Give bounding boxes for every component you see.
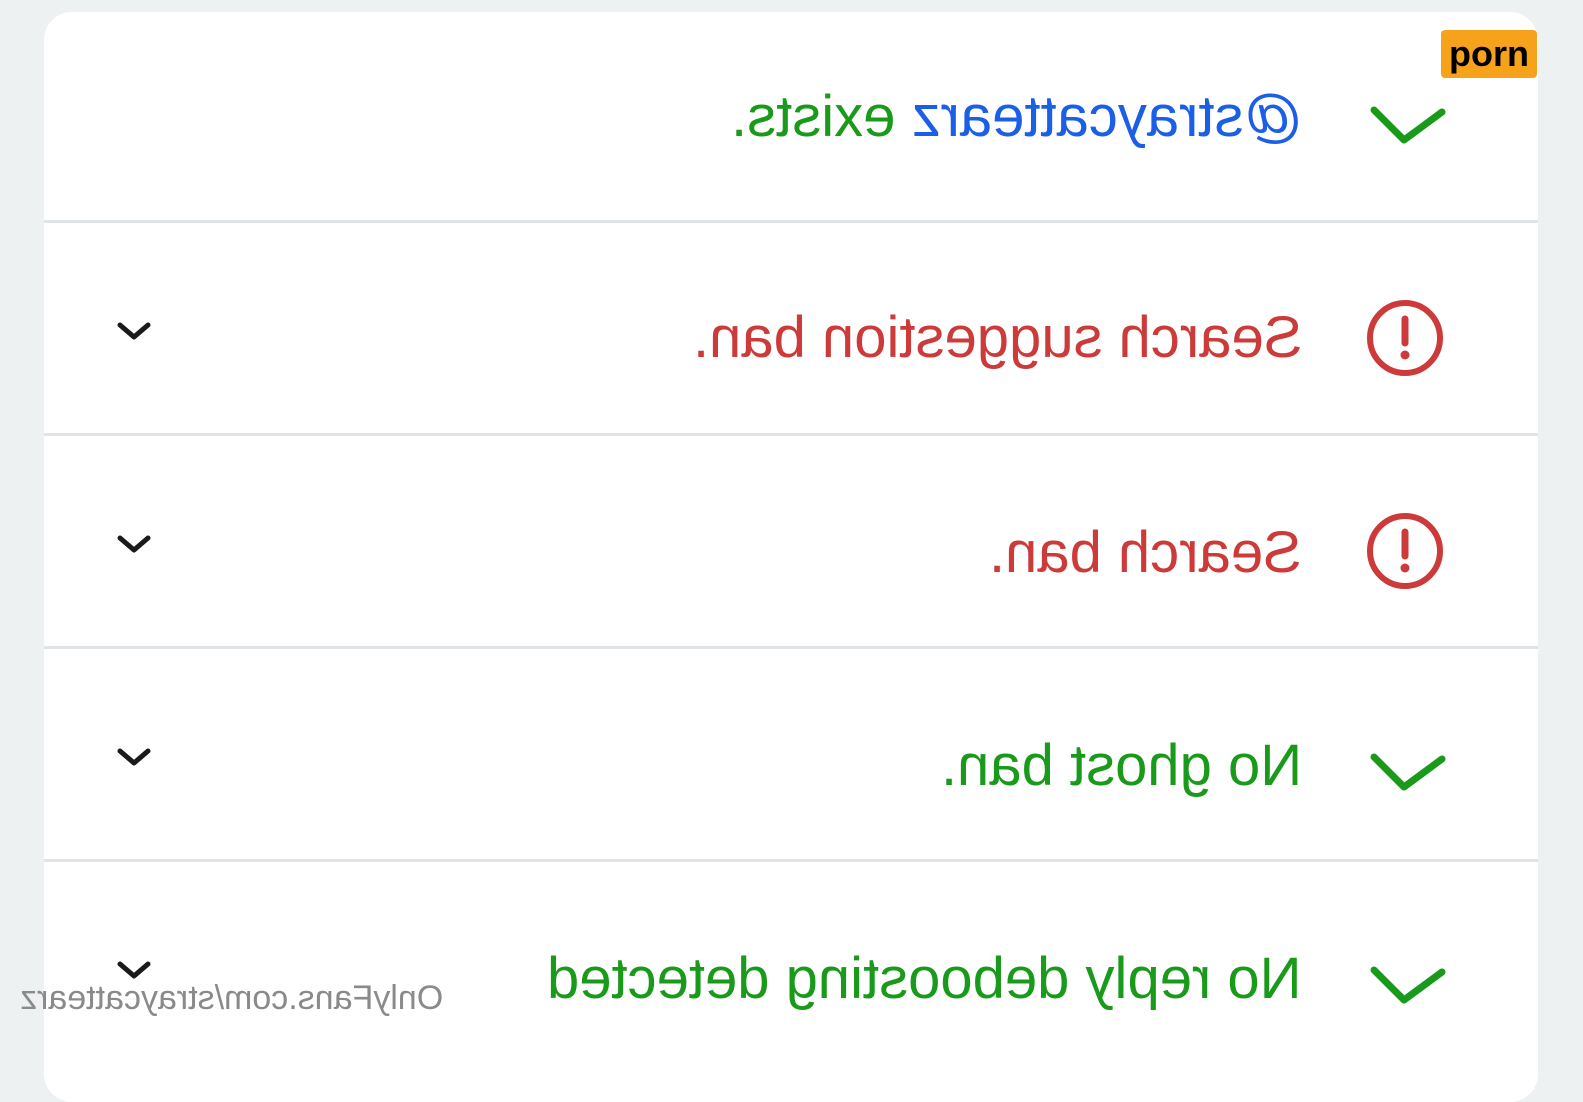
row-divider [44, 859, 1538, 862]
results-card: @straycattearz exists. Search suggestion… [44, 12, 1538, 1102]
result-text: @straycattearz exists. [731, 82, 1302, 152]
check-icon [1370, 106, 1446, 144]
handle-link[interactable]: @straycattearz [911, 84, 1302, 149]
alert-circle-icon [1367, 300, 1443, 376]
site-badge: porn [1441, 30, 1537, 78]
result-row-search-suggestion-ban[interactable]: Search suggestion ban. [44, 225, 1538, 436]
result-text-suffix: exists. [730, 84, 912, 149]
result-row-ghost-ban[interactable]: No ghost ban. [44, 651, 1538, 862]
result-text: No reply deboosting detected [547, 946, 1302, 1011]
row-divider [44, 433, 1538, 436]
result-text: No ghost ban. [940, 733, 1302, 798]
result-text: Search ban. [989, 520, 1302, 585]
chevron-down-icon[interactable] [114, 524, 154, 564]
check-icon [1370, 753, 1446, 791]
row-divider [44, 646, 1538, 649]
watermark: OnlyFans.com/straycattearz [20, 979, 444, 1017]
alert-circle-icon [1367, 513, 1443, 589]
result-text: Search suggestion ban. [692, 305, 1302, 370]
result-row-reply-deboosting[interactable]: No reply deboosting detected [44, 864, 1538, 1075]
check-icon [1370, 966, 1446, 1004]
chevron-down-icon[interactable] [114, 311, 154, 351]
result-row-exists: @straycattearz exists. [44, 12, 1538, 223]
row-divider [44, 220, 1538, 223]
chevron-down-icon[interactable] [114, 737, 154, 777]
result-row-search-ban[interactable]: Search ban. [44, 438, 1538, 649]
